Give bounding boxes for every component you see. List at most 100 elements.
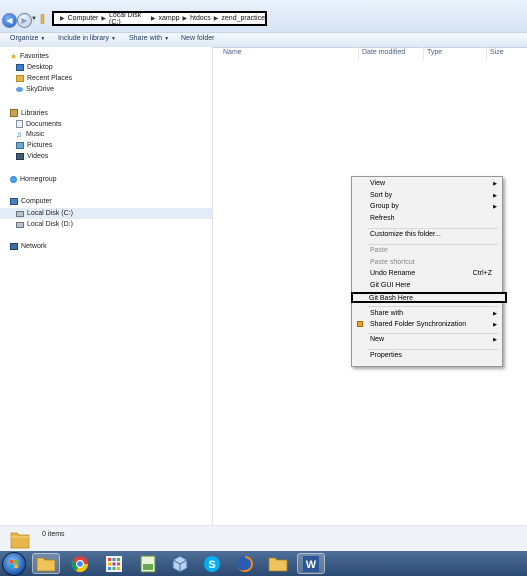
recent-places-icon: [16, 75, 24, 82]
sync-icon: [357, 321, 363, 327]
chevron-right-icon[interactable]: ▶: [101, 15, 106, 22]
nav-local-disk-c[interactable]: Local Disk (C:): [0, 208, 212, 219]
column-header-name[interactable]: Name: [223, 49, 242, 56]
submenu-arrow-icon: ▶: [493, 204, 497, 210]
menu-separator: [368, 333, 498, 334]
skydrive-icon: [16, 87, 23, 92]
menu-item-git-gui-here[interactable]: Git GUI Here: [370, 282, 410, 289]
nav-computer-label: Computer: [21, 198, 52, 205]
taskbar-explorer[interactable]: [32, 553, 60, 574]
item-count-text: 0 items: [42, 531, 65, 538]
new-folder-button[interactable]: New folder: [181, 35, 214, 42]
taskbar-chrome[interactable]: [66, 553, 94, 574]
start-button[interactable]: [2, 552, 26, 576]
nav-pictures-label: Pictures: [27, 142, 53, 149]
taskbar-word[interactable]: W: [297, 553, 325, 574]
taskbar-apps[interactable]: [100, 553, 128, 574]
nav-local-disk-d[interactable]: Local Disk (D:): [16, 221, 73, 228]
menu-item-group-by-label: Group by: [370, 203, 399, 210]
column-header-size[interactable]: Size: [490, 49, 504, 56]
homegroup-icon: [10, 176, 17, 183]
libraries-icon: [10, 109, 18, 117]
nav-homegroup[interactable]: Homegroup: [10, 176, 57, 183]
taskbar-firefox[interactable]: [231, 553, 259, 574]
navigation-pane: [0, 47, 213, 525]
taskbar-skype[interactable]: S: [198, 553, 226, 574]
drive-icon: [16, 210, 24, 217]
submenu-arrow-icon: ▶: [493, 193, 497, 199]
breadcrumb-htdocs[interactable]: htdocs: [190, 15, 211, 22]
organize-button[interactable]: Organize ▼: [10, 35, 45, 42]
breadcrumb-zend-practice[interactable]: zend_practice: [221, 15, 265, 22]
chevron-right-icon[interactable]: ▶: [214, 15, 219, 22]
menu-item-new[interactable]: New: [370, 336, 384, 343]
network-icon: [10, 243, 18, 250]
menu-item-properties[interactable]: Properties: [370, 352, 402, 359]
column-divider[interactable]: [358, 46, 359, 60]
breadcrumb-local-disk-c[interactable]: Local Disk (C:): [109, 12, 148, 26]
include-in-library-button[interactable]: Include in library ▼: [58, 35, 116, 42]
back-button[interactable]: ◀: [2, 13, 17, 28]
nav-documents[interactable]: Documents: [16, 120, 61, 128]
share-with-button[interactable]: Share with ▼: [129, 35, 169, 42]
star-icon: ★: [10, 52, 18, 61]
nav-desktop[interactable]: Desktop: [16, 64, 53, 71]
windows-logo-icon: [10, 560, 18, 568]
firefox-icon: [236, 555, 253, 572]
breadcrumb[interactable]: ▶ Computer ▶ Local Disk (C:) ▶ xampp ▶ h…: [52, 11, 267, 26]
menu-item-customize-folder[interactable]: Customize this folder...: [370, 231, 441, 238]
menu-item-shared-folder-sync[interactable]: Shared Folder Synchronization: [370, 321, 466, 328]
nav-recent-places-label: Recent Places: [27, 75, 73, 82]
menu-item-git-bash-here[interactable]: Git Bash Here: [351, 292, 507, 303]
menu-item-group-by[interactable]: Group by: [370, 203, 399, 210]
forward-button[interactable]: ▶: [17, 13, 32, 28]
pictures-icon: [16, 142, 24, 149]
nav-videos[interactable]: Videos: [16, 153, 48, 160]
music-icon: ♫: [16, 130, 22, 139]
nav-skydrive[interactable]: SkyDrive: [16, 86, 54, 93]
nav-homegroup-label: Homegroup: [20, 176, 57, 183]
breadcrumb-computer[interactable]: Computer: [68, 15, 99, 22]
nav-favorites-label: Favorites: [20, 53, 49, 60]
submenu-arrow-icon: ▶: [493, 337, 497, 343]
explorer-icon: [36, 557, 56, 571]
taskbar-virtualbox[interactable]: [166, 553, 194, 574]
status-bar: [0, 525, 527, 552]
menu-separator: [368, 349, 498, 350]
menu-item-sort-by[interactable]: Sort by: [370, 192, 392, 199]
nav-recent-places[interactable]: Recent Places: [16, 75, 72, 82]
submenu-arrow-icon: ▶: [493, 322, 497, 328]
column-divider[interactable]: [423, 46, 424, 60]
chevron-right-icon[interactable]: ▶: [183, 15, 188, 22]
menu-item-view-label: View: [370, 180, 386, 187]
taskbar-notepad[interactable]: [134, 553, 162, 574]
nav-music-label: Music: [26, 131, 45, 138]
chevron-down-icon: ▼: [40, 36, 46, 42]
include-in-library-label: Include in library: [58, 35, 109, 42]
menu-item-undo-rename[interactable]: Undo Rename: [370, 270, 415, 277]
organize-label: Organize: [10, 35, 39, 42]
recent-pages-dropdown[interactable]: ▼: [31, 16, 37, 22]
chrome-icon: [71, 555, 89, 572]
nav-libraries[interactable]: Libraries: [10, 109, 48, 117]
menu-item-refresh[interactable]: Refresh: [370, 215, 395, 222]
nav-computer[interactable]: Computer: [10, 198, 52, 205]
column-header-date-modified[interactable]: Date modified: [362, 49, 405, 56]
nav-network[interactable]: Network: [10, 243, 47, 250]
breadcrumb-xampp[interactable]: xampp: [159, 15, 180, 22]
nav-music[interactable]: ♫ Music: [16, 130, 45, 139]
taskbar-folder[interactable]: [264, 553, 292, 574]
nav-pictures[interactable]: Pictures: [16, 142, 52, 149]
word-icon: W: [303, 555, 319, 572]
submenu-arrow-icon: ▶: [493, 181, 497, 187]
videos-icon: [16, 153, 24, 160]
nav-favorites[interactable]: ★ Favorites: [10, 52, 49, 61]
menu-item-view[interactable]: View: [370, 180, 498, 187]
column-divider[interactable]: [486, 46, 487, 60]
menu-item-share-with[interactable]: Share with: [370, 310, 403, 317]
folder-icon: [40, 14, 45, 24]
nav-local-disk-c-label: Local Disk (C:): [27, 210, 73, 217]
column-header-type[interactable]: Type: [427, 49, 442, 56]
svg-text:W: W: [306, 559, 317, 571]
chevron-right-icon[interactable]: ▶: [151, 15, 156, 22]
